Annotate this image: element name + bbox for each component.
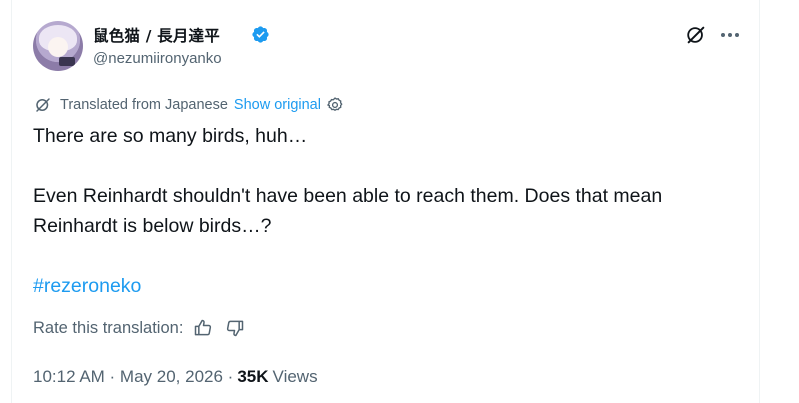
avatar[interactable] (33, 21, 83, 71)
gear-icon[interactable] (326, 96, 344, 114)
views-label: Views (272, 367, 318, 386)
thumbs-down-icon[interactable] (225, 318, 245, 338)
post-line: There are so many birds, huh… (33, 125, 308, 147)
scrollbar[interactable] (786, 0, 799, 403)
show-original-link[interactable]: Show original (234, 97, 321, 113)
rate-translation: Rate this translation: (33, 318, 245, 338)
author-handle[interactable]: @nezumiironyanko (93, 50, 222, 67)
more-icon[interactable] (719, 24, 741, 46)
rate-translation-label: Rate this translation: (33, 318, 184, 337)
post-meta: 10:12 AM · May 20, 2026 · 35K Views (33, 367, 318, 387)
hashtag-link[interactable]: #rezeroneko (33, 271, 753, 301)
grok-icon[interactable] (685, 24, 707, 46)
thumbs-up-icon[interactable] (193, 318, 213, 338)
translate-icon (36, 98, 50, 112)
post-line: Reinhardt is below birds…? (33, 215, 272, 237)
post-line: Even Reinhardt shouldn't have been able … (33, 185, 663, 207)
avatar-tag (59, 57, 75, 66)
author-display-name[interactable]: 鼠色猫 / 長月達平 (93, 24, 220, 46)
verified-badge-icon[interactable] (251, 25, 270, 44)
post-timestamp[interactable]: 10:12 AM · May 20, 2026 · (33, 367, 233, 387)
post-text: There are so many birds, huh… Even Reinh… (33, 121, 753, 301)
views-count: 35K (237, 367, 269, 386)
avatar-face (48, 37, 68, 57)
post-card: 鼠色猫 / 長月達平 @nezumiironyanko Translated f… (11, 0, 760, 403)
translation-notice: Translated from Japanese Show original (34, 96, 344, 114)
translation-label: Translated from Japanese (60, 97, 228, 113)
